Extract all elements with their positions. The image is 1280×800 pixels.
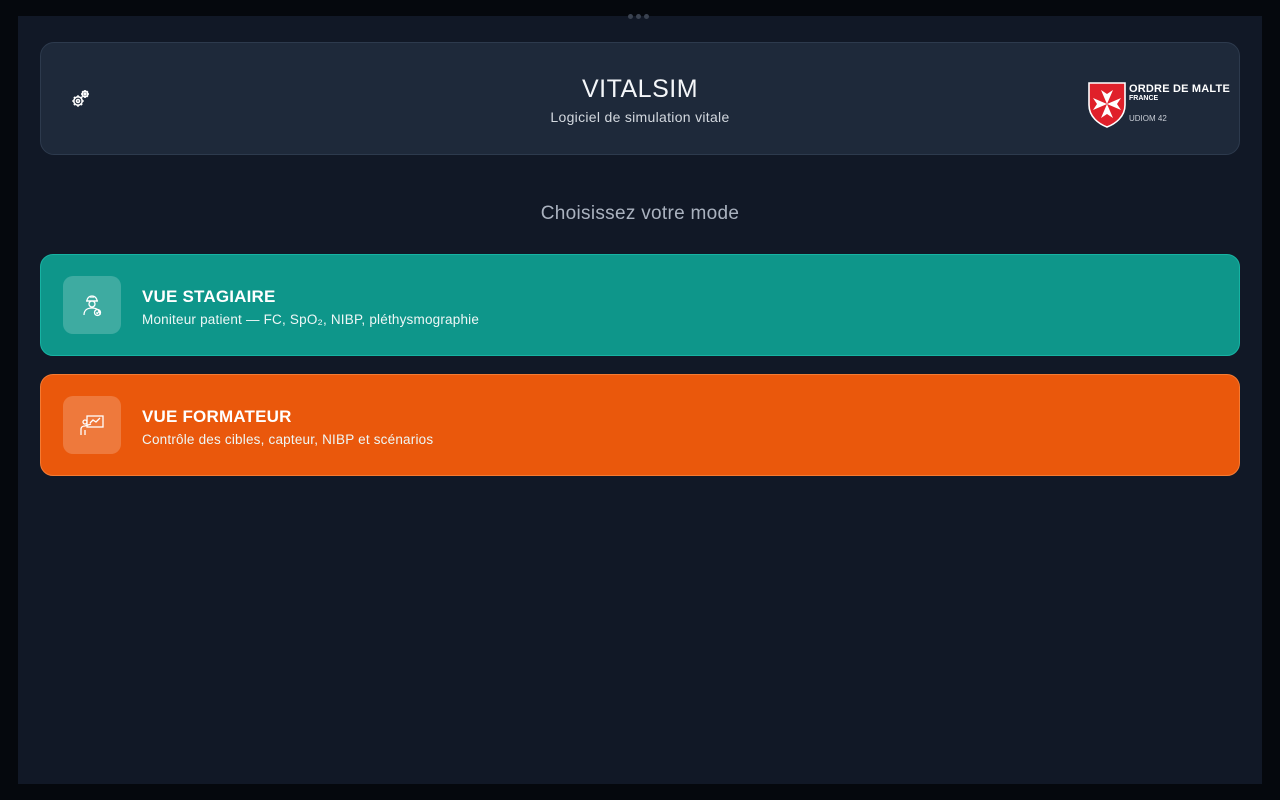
instructor-mode-title: VUE FORMATEUR <box>142 407 292 426</box>
trainee-icon-box <box>63 276 121 334</box>
instructor-mode-description: Contrôle des cibles, capteur, NIBP et sc… <box>142 432 434 447</box>
maltese-cross-shield-icon <box>1088 82 1126 128</box>
app-title: VITALSIM <box>581 75 699 103</box>
logo-org-name: ORDRE DE MALTE <box>1129 83 1230 95</box>
mode-prompt: Choisissez votre mode <box>540 203 740 224</box>
instructor-mode-button[interactable]: VUE FORMATEUR Contrôle des cibles, capte… <box>40 374 1240 476</box>
window-drag-handle[interactable] <box>628 14 649 19</box>
logo-unit: UDIOM 42 <box>1129 114 1167 123</box>
instructor-icon-box <box>63 396 121 454</box>
instructor-board-icon <box>80 415 104 435</box>
trainee-icon <box>83 295 102 317</box>
logo-country: FRANCE <box>1129 95 1159 102</box>
ordre-de-malte-logo: ORDRE DE MALTE FRANCE UDIOM 42 <box>1087 81 1230 129</box>
trainee-mode-button[interactable]: VUE STAGIAIRE Moniteur patient — FC, SpO… <box>40 254 1240 356</box>
trainee-mode-title: VUE STAGIAIRE <box>142 287 276 306</box>
trainee-mode-description: Moniteur patient — FC, SpO₂, NIBP, pléth… <box>142 312 480 327</box>
app-header: VITALSIM Logiciel de simulation vitale O… <box>40 42 1240 155</box>
app-subtitle: Logiciel de simulation vitale <box>550 109 730 125</box>
